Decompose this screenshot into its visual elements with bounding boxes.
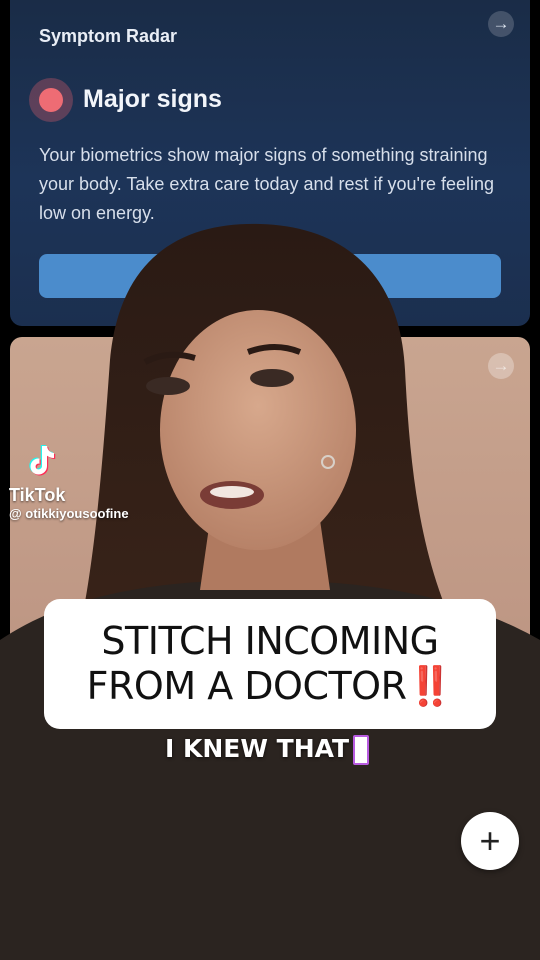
status-indicator — [29, 78, 73, 122]
card-description: Your biometrics show major signs of some… — [39, 145, 495, 223]
card-title: Symptom Radar — [39, 26, 178, 46]
subtitle-text: I KNEW THAT — [165, 734, 370, 765]
text-cursor-icon — [353, 735, 370, 765]
tiktok-logo-icon — [29, 445, 56, 476]
caption-line-1: STITCH INCOMING — [101, 619, 439, 663]
status-label: Major signs — [83, 85, 222, 113]
add-button[interactable]: + — [461, 812, 519, 870]
tiktok-brand: TikTok — [9, 485, 66, 505]
caption-line-2: FROM A DOCTOR‼️ — [87, 664, 454, 709]
tiktok-handle: @ otikkiyousoofine — [9, 506, 129, 521]
card-action-button-label: e — [334, 266, 345, 286]
symptom-radar-card[interactable]: Symptom Radar → Major signs Your biometr… — [10, 0, 530, 326]
card-action-button[interactable]: e — [39, 254, 501, 298]
caption-box: STITCH INCOMING FROM A DOCTOR‼️ — [44, 599, 496, 729]
subtitle-words: I KNEW THAT — [165, 734, 350, 763]
caption-line-2-text: FROM A DOCTOR — [86, 664, 407, 708]
arrow-right-icon-2[interactable]: → — [488, 353, 514, 379]
double-exclamation-icon: ‼️ — [406, 664, 454, 708]
arrow-right-icon[interactable]: → — [488, 11, 514, 37]
status-dot-icon — [39, 88, 63, 112]
